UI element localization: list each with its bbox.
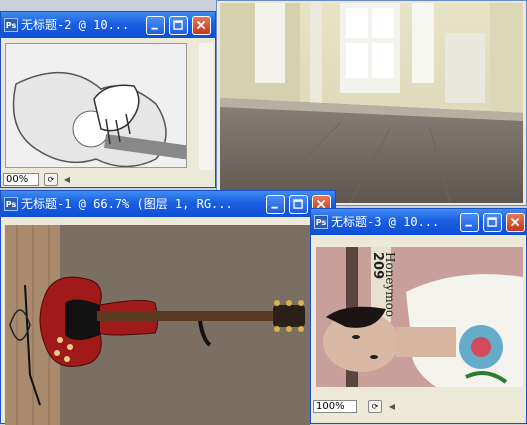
- red-guitar-image: [5, 225, 310, 425]
- scroll-left-icon[interactable]: ◀: [61, 173, 73, 186]
- window-2-titlebar[interactable]: Ps 无标题-2 @ 10...: [1, 12, 215, 38]
- minimize-button[interactable]: [460, 213, 479, 232]
- photoshop-icon: Ps: [4, 18, 18, 32]
- window-3-statusbar: 100% ⟳ ◀: [311, 399, 526, 414]
- minimize-button[interactable]: [146, 16, 165, 35]
- window-3-canvas: 209 Honeymoo: [316, 247, 523, 387]
- close-button[interactable]: [506, 213, 525, 232]
- window-1-title: 无标题-1 @ 66.7% (图层 1, RG...: [21, 197, 233, 211]
- window-1-canvas: [5, 225, 310, 425]
- photo-word-text: Honeymoo: [383, 252, 397, 317]
- window-2-statusbar: 00% ⟳ ◀: [1, 172, 215, 187]
- window-3-title: 无标题-3 @ 10...: [331, 215, 440, 229]
- window-3-titlebar[interactable]: Ps 无标题-3 @ 10...: [311, 209, 526, 235]
- photoshop-icon: Ps: [4, 197, 18, 211]
- window-1-titlebar[interactable]: Ps 无标题-1 @ 66.7% (图层 1, RG...: [1, 191, 335, 217]
- close-button[interactable]: [192, 16, 211, 35]
- navigator-icon[interactable]: ⟳: [44, 173, 58, 186]
- scroll-left-icon[interactable]: ◀: [386, 400, 398, 413]
- navigator-icon[interactable]: ⟳: [368, 400, 382, 413]
- guitar-sketch-image: [6, 44, 186, 167]
- photo-number-text: 209: [370, 252, 385, 279]
- room-photo: [220, 3, 523, 203]
- window-2-vertical-scrollbar[interactable]: [199, 43, 213, 170]
- window-2-title: 无标题-2 @ 10...: [21, 18, 130, 32]
- document-window-3[interactable]: Ps 无标题-3 @ 10... 209 Honeymoo 100% ⟳ ◀: [310, 208, 527, 424]
- zoom-field[interactable]: 100%: [313, 400, 357, 413]
- tattoo-portrait-image: 209 Honeymoo: [316, 247, 523, 387]
- zoom-field[interactable]: 00%: [3, 173, 39, 186]
- room-photo-window: [216, 0, 527, 206]
- room-photo-canvas: [220, 3, 523, 203]
- photoshop-icon: Ps: [314, 215, 328, 229]
- window-2-canvas: [5, 43, 187, 168]
- maximize-button[interactable]: [483, 213, 502, 232]
- maximize-button[interactable]: [169, 16, 188, 35]
- minimize-button[interactable]: [266, 195, 285, 214]
- maximize-button[interactable]: [289, 195, 308, 214]
- document-window-2[interactable]: Ps 无标题-2 @ 10... 00% ⟳ ◀: [0, 11, 216, 188]
- document-window-1[interactable]: Ps 无标题-1 @ 66.7% (图层 1, RG...: [0, 190, 336, 425]
